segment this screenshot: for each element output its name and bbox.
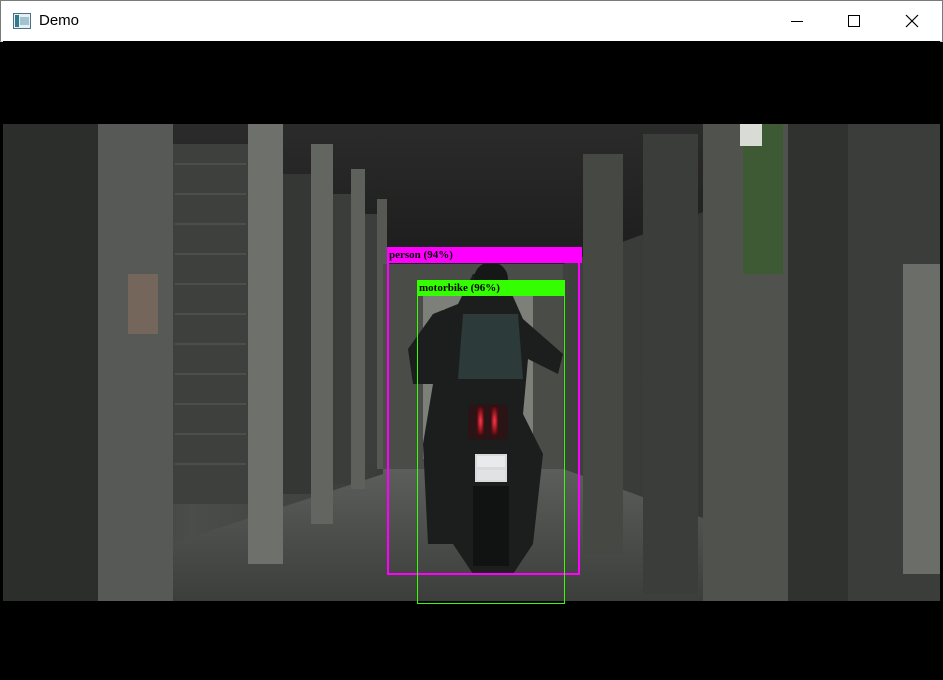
- close-icon: [905, 14, 919, 28]
- window: Demo person (94%) motorbike (96%): [0, 0, 943, 680]
- video-canvas: person (94%) motorbike (96%): [3, 41, 940, 680]
- maximize-button[interactable]: [831, 1, 877, 41]
- app-window-icon: [13, 13, 31, 29]
- motorbike-detection-box: [417, 280, 565, 604]
- person-detection-label: person (94%): [387, 247, 582, 263]
- maximize-icon: [848, 15, 860, 27]
- motorbike-detection-label: motorbike (96%): [417, 280, 565, 296]
- minimize-icon: [791, 21, 803, 22]
- close-button[interactable]: [889, 1, 935, 41]
- window-title: Demo: [39, 12, 80, 29]
- minimize-button[interactable]: [774, 1, 820, 41]
- title-bar[interactable]: Demo: [0, 0, 943, 42]
